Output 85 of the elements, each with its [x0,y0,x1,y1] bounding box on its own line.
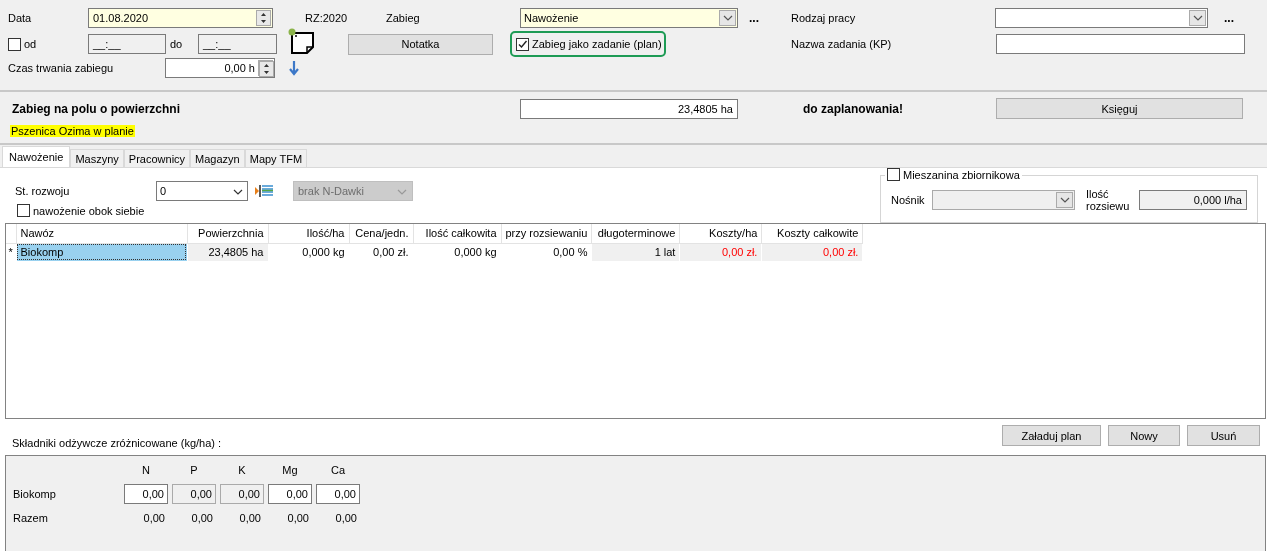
task-name-label: Nazwa zadania (KP) [791,38,893,50]
date-label: Data [8,12,33,24]
column-header[interactable]: Ilość całkowita [413,224,501,243]
chevron-icon [397,189,407,195]
action-button[interactable]: Nowy [1108,425,1180,446]
task-checkbox-chip[interactable]: Zabieg jako zadanie (plan) [510,31,666,57]
column-header[interactable]: przy rozsiewaniu [501,224,592,243]
tank-mix-label: Mieszanina zbiornikowa [903,168,1020,181]
tab[interactable]: Pracownicy [123,149,191,167]
nutrient-field[interactable]: 0,00 [268,484,312,504]
date-field[interactable]: 01.08.2020 [88,8,273,28]
nutrients-title: Składniki odżywcze zróżnicowane (kg/ha) : [12,437,222,449]
sticky-note-icon[interactable] [287,27,317,55]
to-time-field[interactable]: __:__ [198,34,277,54]
nutrient-field: 0,00 [172,484,216,504]
amount-label: Ilość rozsiewu [1086,188,1131,212]
spinner[interactable] [259,61,274,77]
tab[interactable]: Maszyny [70,149,124,167]
more-button[interactable]: ... [1220,11,1238,25]
table-cell[interactable]: 0,000 kg [413,243,501,261]
task-name-field[interactable] [996,34,1245,54]
nutrient-total: 0,00 [286,512,310,524]
area-field[interactable]: 23,4805 ha [520,98,738,119]
nutrient-total: 0,00 [238,512,262,524]
column-header[interactable]: Nawóz [16,224,187,243]
action-button[interactable]: Załaduj plan [1002,425,1101,446]
row-label: Razem [13,512,49,524]
area-label: Zabieg na polu o powierzchni [12,101,181,116]
note-button[interactable]: Notatka [348,33,493,55]
nutrient-header: N [141,464,151,476]
column-header[interactable]: Koszty całkowite [761,224,863,243]
checkbox[interactable] [516,37,529,51]
work-type-label: Rodzaj pracy [791,12,857,24]
treatment-select[interactable]: Nawożenie [520,8,738,28]
crop-label: Pszenica Ozima w planie [10,125,135,137]
more-button[interactable]: ... [745,11,763,25]
side-by-side-label: nawożenie obok siebie [33,204,145,217]
growth-stage-select[interactable]: 0 [156,181,248,201]
column-header[interactable]: długoterminowe [591,224,680,243]
column-header[interactable]: Cena/jedn. [349,224,413,243]
table-cell[interactable]: 0,00 % [501,243,592,261]
nutrient-field[interactable]: 0,00 [124,484,168,504]
from-label: od [24,38,37,50]
row-label: Biokomp [13,488,57,500]
tab[interactable]: Mapy TFM [244,149,308,167]
duration-field[interactable]: 0,00 h [165,58,275,78]
chevron-icon [1059,197,1070,203]
chevron-icon [233,189,243,195]
tab[interactable]: Nawożenie [2,146,71,167]
checkbox[interactable] [17,204,30,217]
nutrient-field: 0,00 [220,484,264,504]
spinner[interactable] [256,10,271,26]
action-button[interactable]: Usuń [1187,425,1260,446]
nutrient-header: K [237,464,247,476]
carrier-label: Nośnik [891,194,926,206]
nutrient-total: 0,00 [334,512,358,524]
nutrient-total: 0,00 [142,512,166,524]
n-dose-select: brak N-Dawki [293,181,413,201]
treatment-label: Zabieg [386,12,421,24]
checkbox[interactable] [887,168,900,181]
nutrient-header: P [189,464,199,476]
column-header[interactable]: Ilość/ha [268,224,349,243]
nutrient-header: Ca [329,464,347,476]
column-header[interactable]: Koszty/ha [679,224,762,243]
planning-status: do zaplanowania! [803,101,904,116]
duration-label: Czas trwania zabiegu [8,62,115,74]
nutrient-header: Mg [281,464,299,476]
down-arrow-icon[interactable] [289,60,299,76]
checkbox[interactable] [8,37,21,51]
column-header[interactable]: Powierzchnia [187,224,268,243]
table-cell[interactable]: 0,000 kg [268,243,349,261]
amount-field[interactable]: 0,000 l/ha [1139,190,1247,210]
list-icon[interactable] [254,183,274,199]
work-type-select[interactable] [995,8,1208,28]
tab[interactable]: Magazyn [190,149,245,167]
chevron-icon [722,15,733,21]
year-label: RZ:2020 [305,12,349,24]
nutrient-field[interactable]: 0,00 [316,484,360,504]
nutrient-total: 0,00 [190,512,214,524]
growth-stage-label: St. rozwoju [15,185,71,197]
to-label: do [170,38,184,50]
post-button[interactable]: Księguj [996,98,1243,119]
chevron-icon [1192,15,1203,21]
from-time-field[interactable]: __:__ [88,34,166,54]
table-cell[interactable]: 0,00 zł. [349,243,413,261]
